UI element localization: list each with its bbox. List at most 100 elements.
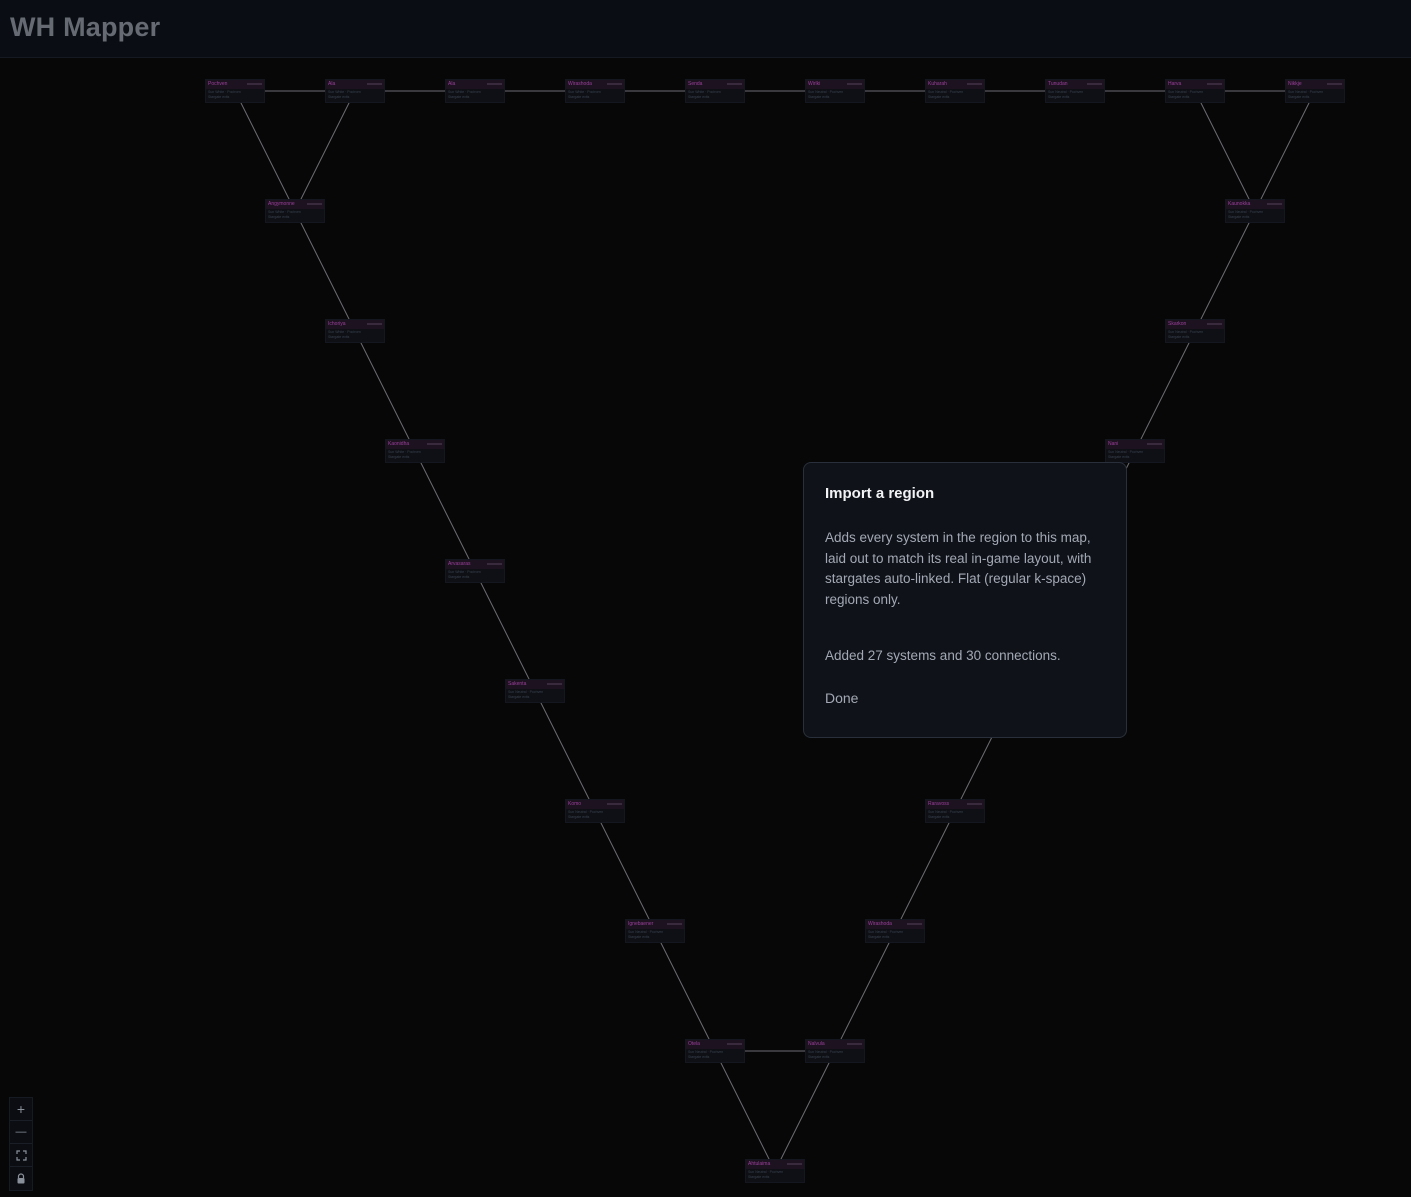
system-info: Sun Neutral · PochvenStargate exits [1106,449,1164,461]
system-status-bar [247,83,262,85]
system-sub2: Stargate exits [1048,95,1070,99]
system-name: Senda [688,81,703,87]
system-sub2: Stargate exits [1108,455,1130,459]
system-node[interactable]: Sakenta Sun Neutral · Pochven Stargate exi… [505,679,565,703]
system-name: Wirlki [808,81,821,87]
system-sub2: Stargate exits [448,95,470,99]
system-name: Ahtulaima [748,1161,771,1167]
system-node[interactable]: Ahtulaima Sun Neutral · Pochven Stargate e… [745,1159,805,1183]
system-info: Sun Neutral · PochvenStargate exits [806,1049,864,1061]
system-name: Ignebaener [628,921,654,927]
system-sub2: Stargate exits [688,95,710,99]
system-name: Ala [328,81,336,87]
system-node[interactable]: Skarkon Sun Neutral · Pochven Stargate exi… [1165,319,1225,343]
system-status-bar [847,83,862,85]
system-node[interactable]: Wirashoda Sun White · Pochven Stargate exi… [565,79,625,103]
system-node[interactable]: Angymonne Sun White · Pochven Stargate exi… [265,199,325,223]
system-info: Sun Neutral · PochvenStargate exits [626,929,684,941]
system-status-bar [967,83,982,85]
system-node[interactable]: Pochven Sun White · Pochven Stargate exits [205,79,265,103]
system-node[interactable]: Ignebaener Sun Neutral · Pochven Stargate … [625,919,685,943]
system-node-header: Pochven [206,80,264,89]
system-node[interactable]: Ichoriya Sun White · Pochven Stargate exit… [325,319,385,343]
system-node[interactable]: Tunudan Sun Neutral · Pochven Stargate exi… [1045,79,1105,103]
system-sub2: Stargate exits [748,1175,770,1179]
system-info: Sun Neutral · PochvenStargate exits [866,929,924,941]
system-node-header: Wirashoda [866,920,924,929]
system-info: Sun Neutral · PochvenStargate exits [1166,329,1224,341]
system-node[interactable]: Otela Sun Neutral · Pochven Stargate exits [685,1039,745,1063]
system-info: Sun Neutral · PochvenStargate exits [926,809,984,821]
system-node[interactable]: Nani Sun Neutral · Pochven Stargate exits [1105,439,1165,463]
system-sub2: Stargate exits [388,455,410,459]
system-name: Angymonne [268,201,295,207]
fit-view-button[interactable] [10,1144,32,1167]
system-node-header: Tunudan [1046,80,1104,89]
map-canvas[interactable] [0,59,1411,1197]
system-node-header: Wirlki [806,80,864,89]
system-node[interactable]: Kuharah Sun Neutral · Pochven Stargate exi… [925,79,985,103]
system-sub2: Stargate exits [1288,95,1310,99]
system-name: Ala [448,81,456,87]
system-name: Nikkje [1288,81,1302,87]
system-node[interactable]: Kaonidha Sun White · Pochven Stargate exit… [385,439,445,463]
system-sub2: Stargate exits [808,1055,830,1059]
system-sub2: Stargate exits [448,575,470,579]
system-status-bar [487,563,502,565]
system-status-bar [307,203,322,205]
system-node[interactable]: Arvasaras Sun White · Pochven Stargate exi… [445,559,505,583]
lock-button[interactable] [10,1167,32,1190]
import-result-message: Added 27 systems and 30 connections. [825,648,1061,663]
system-status-bar [1267,203,1282,205]
lock-icon [17,1173,25,1184]
system-node[interactable]: Raravoss Sun Neutral · Pochven Stargate ex… [925,799,985,823]
system-node-header: Kaunokka [1226,200,1284,209]
system-name: Kaunokka [1228,201,1251,207]
system-node[interactable]: Wirlki Sun Neutral · Pochven Stargate exit… [805,79,865,103]
system-status-bar [847,1043,862,1045]
system-status-bar [1327,83,1342,85]
system-node[interactable]: Senda Sun White · Pochven Stargate exits [685,79,745,103]
system-info: Sun White · Pochven Stargate exits [326,329,384,341]
system-node-header: Nalvula [806,1040,864,1049]
system-sub2: Stargate exits [268,215,290,219]
system-sub2: Stargate exits [628,935,650,939]
system-name: Kaonidha [388,441,410,447]
done-button[interactable]: Done [825,690,858,706]
zoom-out-button[interactable]: — [10,1121,32,1144]
system-node-header: Nikkje [1286,80,1344,89]
fit-view-icon [15,1149,27,1161]
system-status-bar [367,323,382,325]
system-info: Sun Neutral · PochvenStargate exits [746,1169,804,1181]
system-node[interactable]: Komo Sun Neutral · Pochven Stargate exits [565,799,625,823]
system-node-header: Wirashoda [566,80,624,89]
system-info: Sun Neutral · PochvenStargate exits [1166,89,1224,101]
system-node[interactable]: Harva Sun Neutral · Pochven Stargate exits [1165,79,1225,103]
system-sub2: Stargate exits [328,335,350,339]
system-status-bar [487,83,502,85]
system-name: Wirashoda [568,81,592,87]
system-node[interactable]: Ala Sun White · Pochven Stargate exits [445,79,505,103]
system-node[interactable]: Wirashoda Sun Neutral · Pochven Stargate e… [865,919,925,943]
zoom-in-button[interactable]: + [10,1098,32,1121]
system-name: Sakenta [508,681,527,687]
system-name: Harva [1168,81,1182,87]
system-name: Otela [688,1041,700,1047]
system-node[interactable]: Kaunokka Sun Neutral · Pochven Stargate ex… [1225,199,1285,223]
system-sub2: Stargate exits [328,95,350,99]
system-node-header: Harva [1166,80,1224,89]
system-status-bar [787,1163,802,1165]
system-node-header: Arvasaras [446,560,504,569]
system-info: Sun Neutral · PochvenStargate exits [506,689,564,701]
system-node[interactable]: Ala Sun White · Pochven Stargate exits [325,79,385,103]
system-info: Sun White · Pochven Stargate exits [446,569,504,581]
dialog-title: Import a region [825,485,935,502]
system-node-header: Sakenta [506,680,564,689]
system-status-bar [727,83,742,85]
system-node[interactable]: Nalvula Sun Neutral · Pochven Stargate exi… [805,1039,865,1063]
system-node-header: Raravoss [926,800,984,809]
system-node-header: Ala [326,80,384,89]
system-node[interactable]: Nikkje Sun Neutral · Pochven Stargate exit… [1285,79,1345,103]
system-name: Tunudan [1048,81,1068,87]
system-info: Sun White · Pochven Stargate exits [266,209,324,221]
